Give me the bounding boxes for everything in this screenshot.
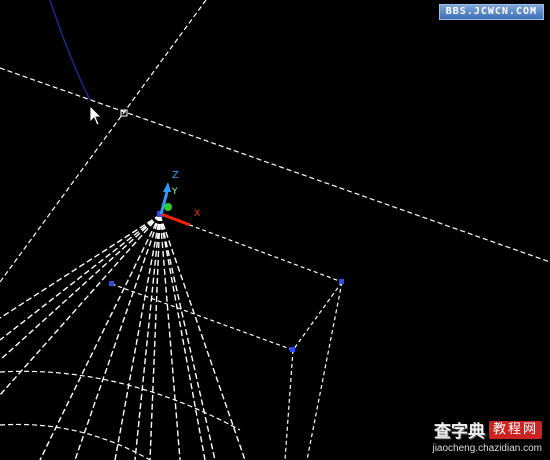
- gizmo-x-label: X: [194, 209, 200, 219]
- gizmo-z-label: Z: [172, 170, 179, 181]
- arc-curve: [0, 370, 241, 431]
- watermark-url: jiaocheng.chazidian.com: [432, 443, 542, 454]
- vertex-grip[interactable]: [290, 347, 295, 352]
- arc-curve: [0, 423, 151, 460]
- top-watermark: BBS.JCWCN.COM: [438, 4, 544, 20]
- fan-lines: [0, 214, 246, 460]
- construction-line: [0, 67, 550, 263]
- vertex-grip[interactable]: [339, 279, 344, 284]
- transform-gizmo[interactable]: Z Y X: [159, 170, 200, 227]
- watermark-tag: 教程网: [488, 420, 542, 439]
- blue-guide-curve: [49, 0, 91, 101]
- watermark-title: 查字典: [433, 422, 485, 442]
- wireframe-scene: Z Y X: [0, 0, 550, 460]
- bottom-watermark: 查字典 教程网 jiaocheng.chazidian.com: [432, 417, 542, 454]
- gizmo-y-label: Y: [171, 187, 178, 197]
- 3d-viewport[interactable]: Z Y X BBS.JCWCN.COM 查字典 教程网 jiaocheng.ch…: [0, 0, 550, 460]
- arrow-cursor-icon: [89, 105, 102, 126]
- construction-line: [0, 0, 207, 283]
- vertex-grip[interactable]: [109, 281, 114, 286]
